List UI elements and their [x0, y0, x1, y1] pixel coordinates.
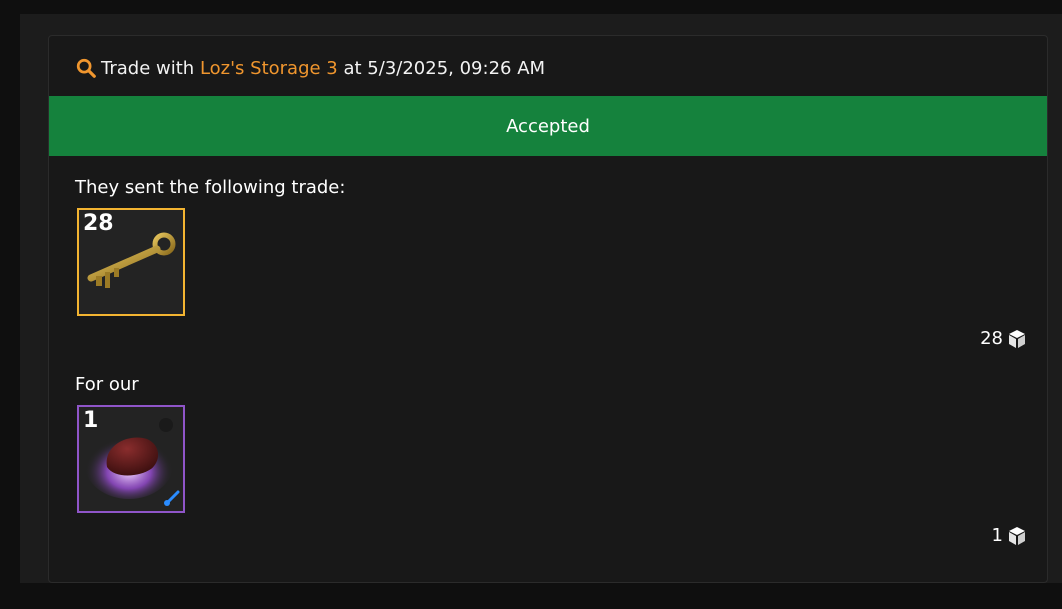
item-tile-key[interactable]: 28	[77, 208, 185, 316]
trade-partner-link[interactable]: Loz's Storage 3	[200, 58, 338, 79]
cube-icon	[1009, 526, 1025, 545]
trade-card: Trade with Loz's Storage 3 at 5/3/2025, …	[48, 35, 1048, 583]
page-background: Trade with Loz's Storage 3 at 5/3/2025, …	[20, 14, 1062, 583]
trade-header: Trade with Loz's Storage 3 at 5/3/2025, …	[75, 54, 545, 82]
status-banner: Accepted	[49, 96, 1047, 156]
item-quantity: 1	[83, 408, 99, 433]
sent-total: 28	[980, 328, 1003, 349]
received-total: 1	[991, 525, 1003, 546]
item-quantity: 28	[83, 211, 114, 236]
status-label: Accepted	[506, 115, 590, 137]
sent-section-label: They sent the following trade:	[75, 177, 346, 198]
item-tile-hat[interactable]: 1	[77, 405, 185, 513]
header-prefix: Trade with	[101, 57, 195, 79]
search-icon	[76, 58, 96, 78]
paint-brush-icon	[164, 490, 180, 506]
received-section-label: For our	[75, 374, 139, 395]
cube-icon	[1009, 329, 1025, 348]
header-timestamp: at 5/3/2025, 09:26 AM	[343, 57, 546, 79]
sent-item-count: 28	[980, 328, 1027, 349]
received-item-count: 1	[992, 525, 1027, 546]
